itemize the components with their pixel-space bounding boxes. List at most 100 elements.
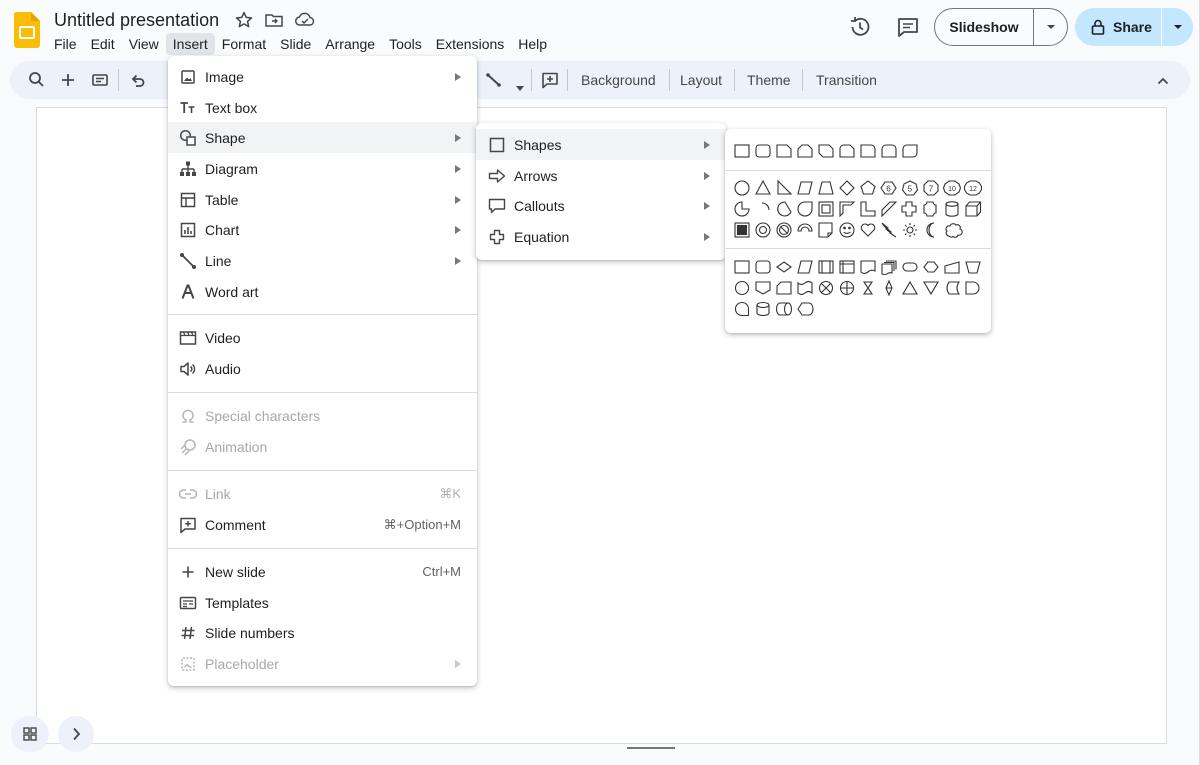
flowchart-connector-shape[interactable]: [734, 280, 750, 296]
flowchart-collate-shape[interactable]: [862, 281, 874, 295]
comments-icon[interactable]: [893, 12, 923, 42]
pie-shape[interactable]: [734, 201, 750, 217]
no-symbol-shape[interactable]: [776, 222, 792, 238]
insert-link-item[interactable]: Link ⌘K: [168, 478, 477, 509]
equation-item[interactable]: Equation: [476, 221, 726, 252]
grid-view-button[interactable]: [11, 716, 49, 752]
flowchart-direct-access-storage-shape[interactable]: [775, 302, 793, 316]
share-button[interactable]: Share: [1075, 19, 1161, 35]
menu-edit[interactable]: Edit: [84, 33, 122, 55]
collapse-toolbar-chevron-up-icon[interactable]: [1153, 71, 1173, 91]
menu-slide[interactable]: Slide: [273, 33, 318, 55]
snip-diagonal-rectangle-shape[interactable]: [818, 144, 834, 158]
layout-button[interactable]: Layout: [680, 72, 722, 88]
flowchart-delay-shape[interactable]: [965, 281, 980, 295]
l-shape[interactable]: [860, 201, 876, 217]
insert-image-item[interactable]: Image: [168, 61, 477, 92]
rectangle-shape[interactable]: [734, 144, 750, 158]
flowchart-magnetic-disk-shape[interactable]: [756, 301, 770, 317]
chord-shape[interactable]: [777, 201, 792, 217]
flowchart-document-shape[interactable]: [860, 260, 876, 275]
version-history-icon[interactable]: [845, 12, 875, 42]
shapes-item[interactable]: Shapes: [476, 129, 726, 160]
triangle-shape[interactable]: [755, 179, 771, 195]
flowchart-predefined-process-shape[interactable]: [818, 260, 834, 274]
move-folder-icon[interactable]: [264, 10, 284, 30]
star-icon[interactable]: [234, 10, 254, 30]
trapezoid-shape[interactable]: [818, 181, 834, 195]
flowchart-sort-shape[interactable]: [885, 279, 893, 297]
flowchart-data-shape[interactable]: [797, 260, 813, 274]
can-shape[interactable]: [945, 201, 959, 217]
menu-extensions[interactable]: Extensions: [429, 33, 511, 55]
smiley-face-shape[interactable]: [839, 222, 855, 238]
right-triangle-shape[interactable]: [777, 179, 793, 195]
snip-round-rectangle-shape[interactable]: [839, 144, 855, 158]
document-title[interactable]: Untitled presentation: [54, 10, 219, 31]
snip-same-side-rectangle-shape[interactable]: [797, 144, 813, 158]
menu-view[interactable]: View: [122, 33, 166, 55]
menu-arrange[interactable]: Arrange: [318, 33, 382, 55]
insert-templates-item[interactable]: Templates: [168, 587, 477, 618]
sun-shape[interactable]: [903, 223, 917, 237]
insert-word-art-item[interactable]: Word art: [168, 276, 477, 307]
pentagon-shape[interactable]: [860, 180, 876, 195]
flowchart-extract-shape[interactable]: [902, 280, 918, 295]
insert-table-item[interactable]: Table: [168, 184, 477, 215]
insert-comment-item[interactable]: Comment ⌘+Option+M: [168, 509, 477, 540]
flowchart-punched-tape-shape[interactable]: [797, 280, 813, 296]
flowchart-alternate-process-shape[interactable]: [755, 260, 771, 274]
flowchart-card-shape[interactable]: [776, 281, 792, 295]
insert-chart-item[interactable]: Chart: [168, 214, 477, 245]
theme-button[interactable]: Theme: [747, 72, 791, 88]
slideshow-options-dropdown[interactable]: [1034, 24, 1067, 30]
insert-shape-item[interactable]: Shape: [168, 122, 477, 153]
flowchart-multidocument-shape[interactable]: [881, 260, 897, 276]
bevel-shape[interactable]: [734, 222, 750, 238]
block-arc-shape[interactable]: [797, 223, 813, 232]
search-menus-icon[interactable]: [27, 70, 47, 90]
flowchart-or-shape[interactable]: [839, 280, 855, 296]
insert-new-slide-item[interactable]: New slide Ctrl+M: [168, 556, 477, 587]
callouts-item[interactable]: Callouts: [476, 190, 726, 221]
menu-format[interactable]: Format: [215, 33, 273, 55]
insert-placeholder-item[interactable]: Placeholder: [168, 648, 477, 679]
flowchart-terminator-shape[interactable]: [902, 262, 918, 272]
diagonal-stripe-shape[interactable]: [881, 201, 898, 218]
menu-help[interactable]: Help: [511, 33, 554, 55]
snip-single-corner-rectangle-shape[interactable]: [776, 144, 792, 158]
insert-text-box-item[interactable]: Text box: [168, 92, 477, 123]
heart-shape[interactable]: [860, 223, 876, 237]
insert-slide-numbers-item[interactable]: Slide numbers: [168, 617, 477, 648]
insert-line-item[interactable]: Line: [168, 245, 477, 276]
slide-layout-icon[interactable]: [90, 70, 110, 90]
insert-diagram-item[interactable]: Diagram: [168, 153, 477, 184]
cloud-shape[interactable]: [945, 223, 963, 238]
arc-shape[interactable]: [761, 202, 770, 211]
flowchart-process-shape[interactable]: [734, 260, 750, 274]
background-button[interactable]: Background: [581, 72, 656, 88]
insert-special-characters-item[interactable]: Special characters: [168, 400, 477, 431]
arrows-item[interactable]: Arrows: [476, 160, 726, 191]
add-comment-icon[interactable]: [540, 70, 560, 90]
cloud-status-icon[interactable]: [294, 10, 315, 30]
show-filmstrip-button[interactable]: [58, 716, 94, 752]
frame-shape[interactable]: [818, 201, 834, 217]
cube-shape[interactable]: [965, 201, 982, 217]
flowchart-display-shape[interactable]: [797, 302, 814, 316]
flowchart-manual-input-shape[interactable]: [944, 261, 960, 274]
menu-insert[interactable]: Insert: [165, 33, 215, 55]
donut-shape[interactable]: [755, 222, 771, 238]
insert-audio-item[interactable]: Audio: [168, 353, 477, 384]
parallelogram-shape[interactable]: [797, 181, 813, 195]
menu-tools[interactable]: Tools: [382, 33, 429, 55]
flowchart-stored-data-shape[interactable]: [946, 281, 961, 295]
moon-shape[interactable]: [926, 222, 935, 238]
round-single-corner-rectangle-shape[interactable]: [860, 144, 876, 158]
half-frame-shape[interactable]: [839, 201, 856, 218]
flowchart-internal-storage-shape[interactable]: [839, 260, 855, 274]
transition-button[interactable]: Transition: [816, 72, 877, 88]
insert-video-item[interactable]: Video: [168, 322, 477, 353]
round-same-side-rectangle-shape[interactable]: [881, 144, 897, 158]
undo-icon[interactable]: [128, 70, 148, 90]
